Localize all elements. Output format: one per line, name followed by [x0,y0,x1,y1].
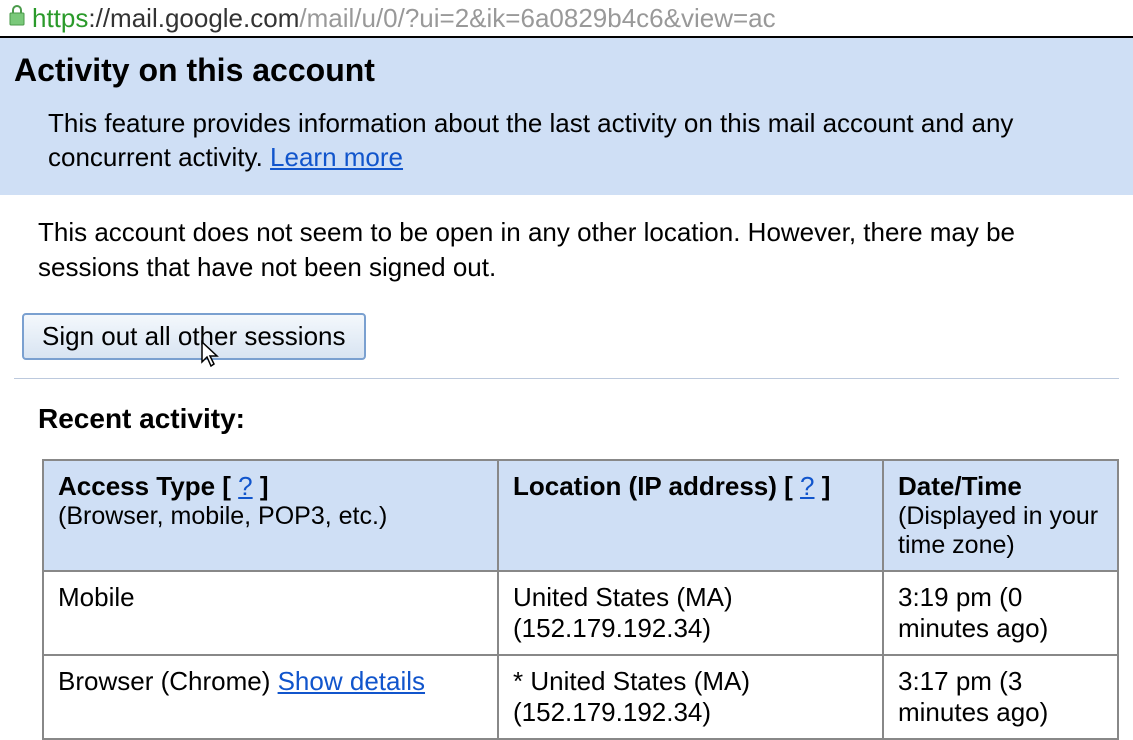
url-text[interactable]: https://mail.google.com/mail/u/0/?ui=2&i… [32,3,776,34]
cell-access-type: Mobile [43,571,498,655]
lock-icon [8,4,26,33]
url-bar: https://mail.google.com/mail/u/0/?ui=2&i… [0,0,1133,38]
header-access-type-sub: (Browser, mobile, POP3, etc.) [58,502,483,531]
access-type-value: Browser (Chrome) [58,666,278,696]
body-section: This account does not seem to be open in… [0,195,1133,740]
location-line2: (152.179.192.34) [513,697,711,727]
recent-activity-heading: Recent activity: [14,403,1119,435]
header-access-type-label: Access Type [58,471,222,501]
table-header-location: Location (IP address) [ ? ] [498,460,883,571]
url-protocol: https [32,3,88,33]
page-title: Activity on this account [14,52,1119,89]
feature-description: This feature provides information about … [14,107,1119,175]
header-datetime-sub: (Displayed in your time zone) [898,502,1103,560]
url-domain: ://mail.google.com [88,3,299,33]
access-type-value: Mobile [58,582,135,612]
cell-access-type: Browser (Chrome) Show details [43,655,498,739]
header-location-label: Location (IP address) [513,471,784,501]
table-row: Browser (Chrome) Show details * United S… [43,655,1118,739]
signout-all-sessions-button[interactable]: Sign out all other sessions [22,313,366,360]
location-line1: * United States (MA) [513,666,750,696]
location-help-link[interactable]: ? [800,471,814,501]
cell-datetime: 3:17 pm (3 minutes ago) [883,655,1118,739]
datetime-value: 3:19 pm (0 minutes ago) [898,582,1048,643]
location-line1: United States (MA) [513,582,733,612]
cell-location: United States (MA) (152.179.192.34) [498,571,883,655]
activity-table: Access Type [ ? ] (Browser, mobile, POP3… [42,459,1119,740]
location-line2: (152.179.192.34) [513,613,711,643]
show-details-link[interactable]: Show details [278,666,425,696]
header-section: Activity on this account This feature pr… [0,38,1133,195]
table-header-access-type: Access Type [ ? ] (Browser, mobile, POP3… [43,460,498,571]
access-type-help-link[interactable]: ? [238,471,252,501]
divider [14,378,1119,379]
table-header-datetime: Date/Time (Displayed in your time zone) [883,460,1118,571]
feature-description-text: This feature provides information about … [48,108,1013,172]
table-row: Mobile United States (MA) (152.179.192.3… [43,571,1118,655]
cell-datetime: 3:19 pm (0 minutes ago) [883,571,1118,655]
learn-more-link[interactable]: Learn more [270,142,403,172]
header-datetime-label: Date/Time [898,471,1022,501]
status-text: This account does not seem to be open in… [14,215,1119,285]
cell-location: * United States (MA) (152.179.192.34) [498,655,883,739]
url-path: /mail/u/0/?ui=2&ik=6a0829b4c6&view=ac [299,3,775,33]
